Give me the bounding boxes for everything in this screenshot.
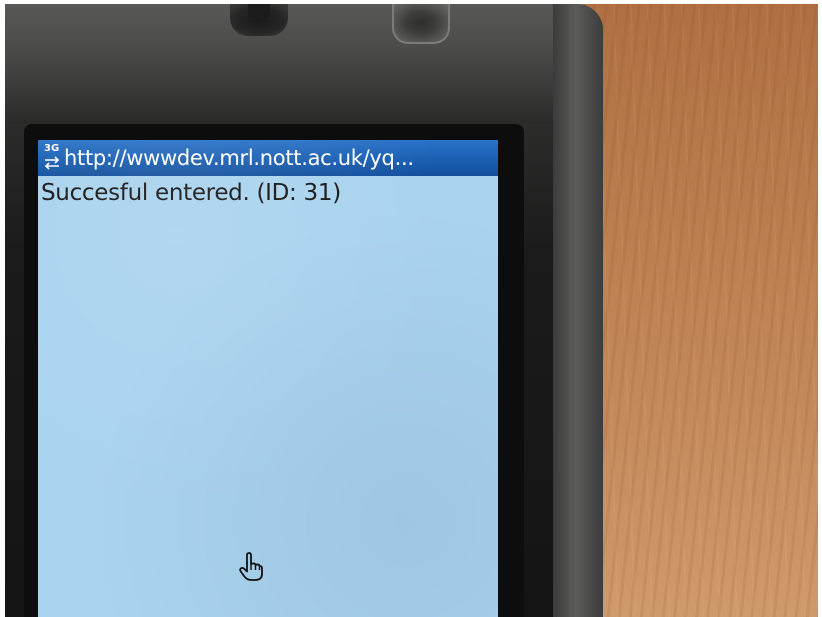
browser-address-bar[interactable]: 3G http://wwwdev.mrl.nott.ac.uk/yq... — [38, 140, 498, 176]
wooden-desk-surface — [583, 0, 822, 617]
front-camera — [392, 4, 450, 44]
phone-side-edge — [553, 4, 603, 617]
status-message: Succesful entered. (ID: 31) — [41, 180, 341, 206]
page-content: Succesful entered. (ID: 31) — [41, 180, 495, 206]
phone-screen: 3G http://wwwdev.mrl.nott.ac.uk/yq... Su… — [38, 140, 498, 617]
screen-glare — [38, 140, 498, 617]
hand-pointer-icon[interactable] — [238, 552, 264, 582]
transfer-arrows-icon — [44, 156, 60, 170]
network-indicator: 3G — [38, 140, 64, 176]
network-type-label: 3G — [44, 143, 60, 154]
page-url[interactable]: http://wwwdev.mrl.nott.ac.uk/yq... — [64, 140, 414, 176]
photo-scene: 3G http://wwwdev.mrl.nott.ac.uk/yq... Su… — [0, 0, 822, 617]
earpiece-slot — [248, 4, 270, 18]
